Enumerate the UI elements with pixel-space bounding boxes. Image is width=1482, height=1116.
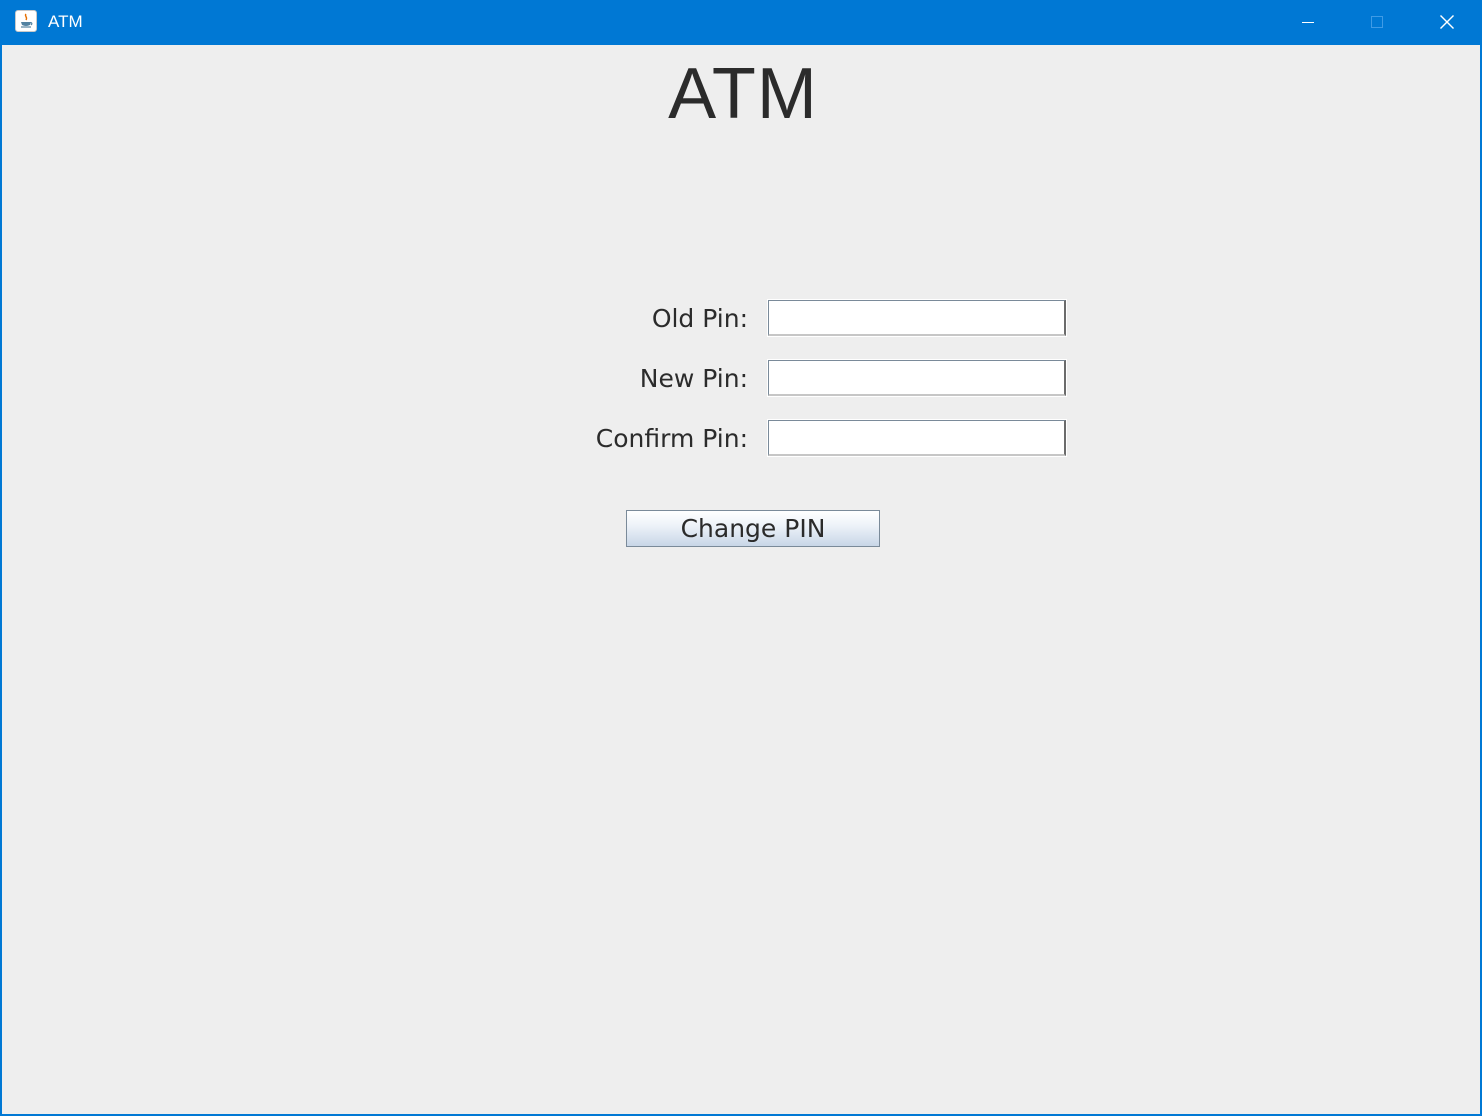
close-icon (1440, 15, 1454, 29)
old-pin-label: Old Pin: (651, 304, 748, 333)
window-title: ATM (48, 12, 83, 31)
maximize-button[interactable] (1342, 0, 1412, 45)
maximize-icon (1371, 16, 1383, 28)
change-pin-button[interactable]: Change PIN (626, 510, 880, 547)
minimize-button[interactable] (1273, 0, 1343, 45)
title-bar[interactable]: ATM (2, 0, 1482, 45)
old-pin-field[interactable] (767, 299, 1067, 337)
minimize-icon (1302, 22, 1314, 23)
new-pin-label: New Pin: (639, 364, 748, 393)
atm-window: ATM ATM Old Pin: New Pin: Confirm Pin: C… (0, 0, 1482, 1116)
confirm-pin-label: Confirm Pin: (595, 424, 748, 453)
new-pin-field[interactable] (767, 359, 1067, 397)
page-title: ATM (668, 54, 818, 134)
close-button[interactable] (1412, 0, 1482, 45)
confirm-pin-field[interactable] (767, 419, 1067, 457)
java-app-icon[interactable] (15, 10, 37, 32)
